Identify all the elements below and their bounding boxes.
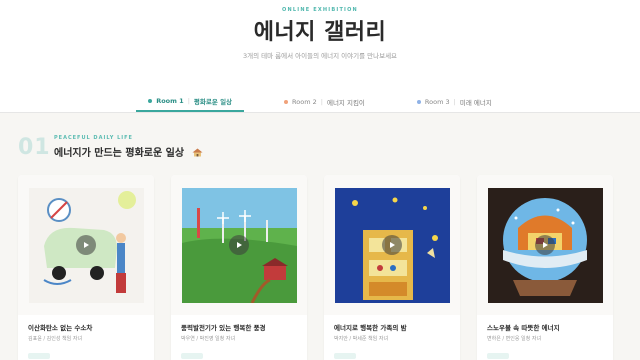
artwork-tag [487, 353, 509, 359]
house-icon [192, 148, 203, 157]
tab-separator: | [187, 96, 190, 105]
artwork-card[interactable]: 풍력발전기가 있는 행복한 풍경 박우연 / 박진영 일청 자녀 [171, 175, 307, 360]
play-icon[interactable] [535, 235, 555, 255]
artwork-title: 이산화탄소 없는 수소차 [28, 324, 93, 332]
play-icon[interactable] [229, 235, 249, 255]
tab-room-label: Room 2 [292, 97, 317, 106]
page-title: 에너지 갤러리 [253, 20, 387, 45]
artwork-thumbnail[interactable] [324, 175, 460, 315]
artwork-author: 박지안 / 박세준 책임 자녀 [334, 336, 389, 342]
artwork-info: 이산화탄소 없는 수소차 김표윤 / 김인성 책임 자녀 [28, 323, 146, 343]
tab-room-name: 미래 에너지 [459, 98, 492, 107]
artwork-info: 풍력발전기가 있는 행복한 풍경 박우연 / 박진영 일청 자녀 [181, 323, 299, 343]
section-number: 01 [18, 135, 51, 160]
artwork-card[interactable]: 스노우볼 속 따뜻한 에너지 변하은 / 변인응 일청 자녀 [477, 175, 613, 360]
gallery-page: ONLINE EXHIBITION 에너지 갤러리 3개의 테마 룸에서 아이들… [0, 0, 640, 360]
tab-room-name: 에너지 지킴이 [326, 98, 365, 107]
artwork-card[interactable]: 이산화탄소 없는 수소차 김표윤 / 김인성 책임 자녀 [18, 175, 154, 360]
tab-separator: | [320, 97, 323, 106]
artwork-title: 에너지로 행복한 가족의 밤 [334, 324, 407, 332]
tab-room-3[interactable]: Room 3 | 미래 에너지 [405, 91, 504, 112]
room-tabs: Room 1 | 평화로운 일상 Room 2 | 에너지 지킴이 Room 3… [0, 91, 640, 113]
play-icon[interactable] [76, 235, 96, 255]
artwork-thumbnail[interactable] [477, 175, 613, 315]
section-title: 에너지가 만드는 평화로운 일상 [54, 144, 203, 159]
artwork-info: 에너지로 행복한 가족의 밤 박지안 / 박세준 책임 자녀 [334, 323, 452, 343]
artwork-title: 풍력발전기가 있는 행복한 풍경 [181, 324, 266, 332]
artwork-card[interactable]: 에너지로 행복한 가족의 밤 박지안 / 박세준 책임 자녀 [324, 175, 460, 360]
tab-separator: | [453, 97, 456, 106]
play-icon[interactable] [382, 235, 402, 255]
room-content: 01 PEACEFUL DAILY LIFE 에너지가 만드는 평화로운 일상 [0, 113, 640, 360]
section-eyebrow: PEACEFUL DAILY LIFE [54, 135, 133, 141]
artwork-title: 스노우볼 속 따뜻한 에너지 [487, 324, 560, 332]
artwork-list: 이산화탄소 없는 수소차 김표윤 / 김인성 책임 자녀 풍력발전기가 있는 행… [18, 175, 622, 360]
artwork-author: 변하은 / 변인응 일청 자녀 [487, 336, 542, 342]
artwork-tag [28, 353, 50, 359]
hero: ONLINE EXHIBITION 에너지 갤러리 3개의 테마 룸에서 아이들… [0, 0, 640, 91]
artwork-info: 스노우볼 속 따뜻한 에너지 변하은 / 변인응 일청 자녀 [487, 323, 605, 343]
artwork-thumbnail[interactable] [18, 175, 154, 315]
artwork-tag [334, 353, 356, 359]
tab-room-2[interactable]: Room 2 | 에너지 지킴이 [272, 91, 377, 112]
tab-room-1[interactable]: Room 1 | 평화로운 일상 [136, 91, 245, 112]
artwork-author: 박우연 / 박진영 일청 자녀 [181, 336, 236, 342]
room-dot-icon [148, 98, 153, 103]
room-dot-icon [416, 99, 421, 104]
tab-room-label: Room 3 [424, 97, 450, 106]
room-dot-icon [284, 99, 289, 104]
artwork-tag [181, 353, 203, 359]
tab-room-name: 평화로운 일상 [193, 97, 233, 106]
tab-room-label: Room 1 [156, 96, 184, 105]
section-title-text: 에너지가 만드는 평화로운 일상 [54, 148, 185, 159]
page-subtitle: 3개의 테마 룸에서 아이들의 에너지 이야기를 만나보세요 [242, 52, 398, 60]
hero-eyebrow: ONLINE EXHIBITION [282, 7, 358, 13]
artwork-author: 김표윤 / 김인성 책임 자녀 [28, 336, 83, 342]
section-header: 01 PEACEFUL DAILY LIFE 에너지가 만드는 평화로운 일상 [18, 131, 618, 161]
artwork-thumbnail[interactable] [171, 175, 307, 315]
